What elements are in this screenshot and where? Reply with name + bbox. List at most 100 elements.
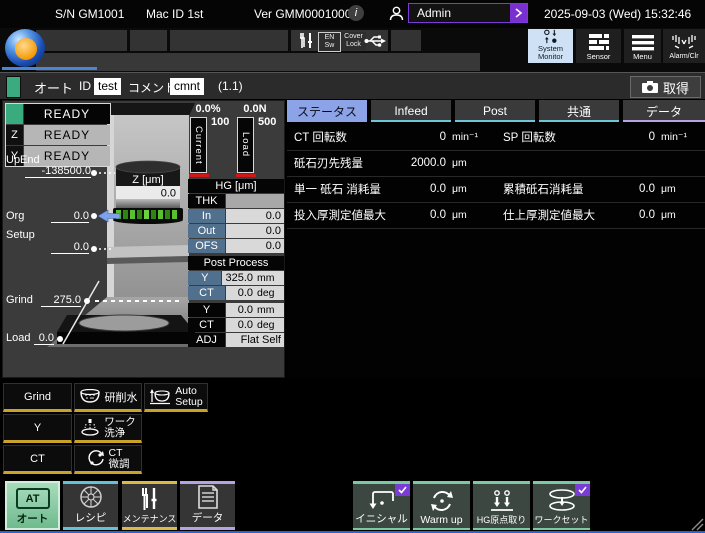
status-data-panel: ステータス Infeed Post 共通 データ CT 回転数 0 min⁻¹ … bbox=[287, 100, 705, 378]
work-wash-icon bbox=[80, 419, 100, 436]
en-sw-indicator[interactable]: EN Sw bbox=[318, 32, 341, 52]
recipe-id-value[interactable]: test bbox=[94, 78, 121, 95]
jog-y-button[interactable]: Y bbox=[3, 414, 72, 443]
nav-warmup-button[interactable]: Warm up bbox=[413, 481, 470, 530]
toolbar-segment bbox=[170, 30, 288, 51]
current-meter-scale: 100 bbox=[211, 116, 229, 128]
tab-infeed[interactable]: Infeed bbox=[371, 100, 451, 122]
sensor-button[interactable]: Sensor bbox=[576, 29, 621, 63]
nav-data-button[interactable]: データ bbox=[180, 481, 235, 530]
top-status-bar: S/N GM1001 Mac ID 1st Ver GMM0001000 i A… bbox=[0, 0, 705, 28]
hg-table-title: HG [μm] bbox=[188, 179, 284, 193]
tools-icon bbox=[299, 32, 315, 49]
machine-hmi-screen: S/N GM1001 Mac ID 1st Ver GMM0001000 i A… bbox=[0, 0, 705, 533]
recipe-wheel-icon bbox=[79, 485, 103, 509]
warmup-icon bbox=[430, 489, 454, 513]
data-document-icon bbox=[197, 485, 219, 509]
axis-z-status: READY bbox=[24, 125, 110, 145]
setup-value: 0.0 bbox=[51, 241, 89, 254]
status-row-thickness: 投入厚測定値最大 0.0 μm 仕上厚測定値最大 0.0 μm bbox=[287, 202, 705, 229]
spindle-axis-label: Z [μm] bbox=[132, 174, 163, 186]
load-label: Load bbox=[6, 332, 30, 344]
nav-hg-origin-button[interactable]: HG原点取り bbox=[473, 481, 530, 530]
chevron-right-icon bbox=[510, 4, 527, 22]
status-row-rotation: CT 回転数 0 min⁻¹ SP 回転数 0 min⁻¹ bbox=[287, 124, 705, 151]
hg-origin-icon bbox=[489, 490, 515, 512]
initial-icon bbox=[368, 488, 396, 510]
nav-auto-button[interactable]: AT オート bbox=[5, 481, 60, 530]
auto-setup-icon bbox=[149, 389, 171, 405]
spindle-position-value: 0.0 bbox=[161, 188, 176, 200]
load-value: 0.0 bbox=[34, 332, 54, 345]
mac-id: Mac ID 1st bbox=[146, 7, 203, 21]
maintenance-tools-icon bbox=[140, 487, 160, 511]
brand-logo bbox=[5, 29, 45, 67]
initial-check-badge bbox=[395, 484, 410, 496]
toolbar-segment bbox=[391, 30, 421, 51]
main-status-text: READY bbox=[24, 104, 110, 124]
datetime-display: 2025-09-03 (Wed) 15:32:46 bbox=[544, 7, 691, 21]
status-row-wheel-wear: 単一 砥石 消耗量 0.0 μm 累積砥石消耗量 0.0 μm bbox=[287, 176, 705, 203]
jog-coolant-button[interactable]: 研削水 bbox=[74, 383, 142, 412]
system-monitor-button[interactable]: System Monitor bbox=[528, 29, 573, 63]
ct-fine-icon bbox=[87, 450, 105, 468]
coolant-icon bbox=[79, 389, 101, 405]
cover-lock-indicator[interactable]: Cover Lock bbox=[341, 32, 366, 50]
info-icon[interactable]: i bbox=[348, 5, 364, 21]
nav-maintenance-button[interactable]: メンテナンス bbox=[122, 481, 177, 530]
mode-label: オート bbox=[34, 78, 73, 97]
user-icon bbox=[388, 5, 405, 22]
toolbar-segment bbox=[130, 30, 167, 51]
hg-row-ofs: OFS 0.0 bbox=[188, 239, 284, 253]
jog-ct-button[interactable]: CT bbox=[3, 445, 72, 474]
tab-post[interactable]: Post bbox=[455, 100, 535, 122]
org-label: Org bbox=[6, 210, 24, 222]
comment-value[interactable]: cmnt bbox=[170, 78, 204, 95]
load-meter-scale: 500 bbox=[258, 116, 276, 128]
comment-label: コメント bbox=[128, 79, 176, 96]
menu-button[interactable]: Menu bbox=[624, 29, 661, 63]
jog-ct-fine-button[interactable]: CT 微調 bbox=[74, 445, 142, 474]
current-meter-zero-line bbox=[189, 174, 209, 177]
load-meter-value: 0.0N bbox=[230, 103, 280, 115]
mode-status-indicator bbox=[6, 76, 21, 98]
resize-grip-icon[interactable] bbox=[690, 517, 704, 531]
status-row-wheel-remaining: 砥石刃先残量 2000.0 μm bbox=[287, 150, 705, 177]
alarm-clr-button[interactable]: Alarm/Clr bbox=[663, 29, 705, 63]
capture-label: 取得 bbox=[663, 78, 689, 97]
nav-initial-button[interactable]: イニシャル bbox=[353, 481, 410, 530]
axis-z-label: Z bbox=[6, 125, 23, 145]
admin-user-selector[interactable]: Admin bbox=[408, 3, 528, 23]
system-monitor-icon bbox=[541, 29, 561, 44]
alarm-icon bbox=[671, 34, 697, 51]
post-row-ct1: CT 0.0deg bbox=[188, 286, 284, 300]
jog-work-wash-button[interactable]: ワーク 洗浄 bbox=[74, 414, 142, 443]
sensor-icon bbox=[588, 34, 610, 51]
jog-auto-setup-button[interactable]: Auto Setup bbox=[144, 383, 208, 412]
main-status-indicator bbox=[6, 104, 23, 124]
capture-button[interactable]: 取得 bbox=[630, 76, 701, 98]
nav-recipe-button[interactable]: レシピ bbox=[63, 481, 118, 530]
load-meter-name: Load bbox=[240, 132, 251, 157]
mode-bar: オート ID test コメント cmnt (1.1) 取得 bbox=[0, 72, 705, 100]
tab-common[interactable]: 共通 bbox=[539, 100, 619, 122]
current-meter-bar: Current bbox=[190, 117, 207, 173]
tab-status[interactable]: ステータス bbox=[287, 100, 367, 122]
grind-value: 275.0 bbox=[41, 294, 81, 307]
grind-label: Grind bbox=[6, 294, 33, 306]
workset-icon bbox=[547, 489, 577, 512]
hg-row-thk: THK bbox=[188, 194, 284, 208]
logo-underline bbox=[2, 67, 97, 70]
org-value: 0.0 bbox=[51, 210, 89, 223]
jog-grind-button[interactable]: Grind bbox=[3, 383, 72, 412]
camera-icon bbox=[642, 81, 658, 93]
serial-number: S/N GM1001 bbox=[55, 7, 124, 21]
toolbar-strip bbox=[36, 53, 480, 71]
recipe-id-label: ID bbox=[79, 79, 91, 93]
admin-user-label: Admin bbox=[409, 6, 510, 20]
nav-workset-button[interactable]: ワークセット bbox=[533, 481, 590, 530]
step-indicator: (1.1) bbox=[218, 79, 243, 93]
usb-icon bbox=[364, 34, 386, 48]
tab-data[interactable]: データ bbox=[623, 100, 705, 122]
post-row-y2: Y 0.0mm bbox=[188, 303, 284, 317]
